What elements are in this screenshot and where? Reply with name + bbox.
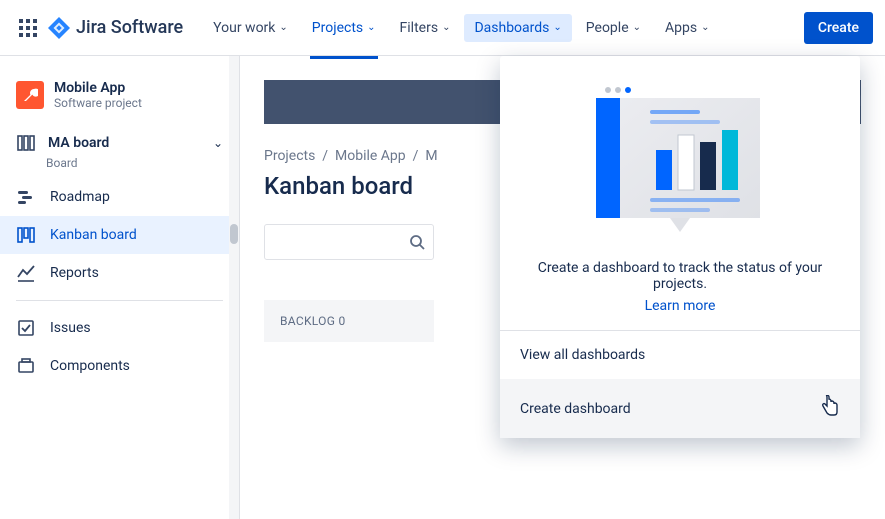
project-name: Mobile App — [54, 80, 142, 96]
dashboard-illustration — [590, 80, 770, 240]
search-icon — [409, 234, 425, 250]
nav-label: Apps — [665, 20, 697, 36]
roadmap-icon — [16, 188, 36, 206]
wrench-icon — [22, 87, 38, 103]
sidebar-label: Kanban board — [50, 227, 137, 243]
chevron-down-icon: ⌄ — [701, 22, 709, 33]
chevron-down-icon: ⌄ — [213, 136, 223, 150]
chevron-down-icon: ⌄ — [279, 22, 287, 33]
chevron-down-icon: ⌄ — [367, 22, 375, 33]
nav-label: Filters — [400, 20, 439, 36]
project-header[interactable]: Mobile App Software project — [0, 80, 239, 126]
board-name: MA board — [48, 135, 109, 151]
project-type: Software project — [54, 96, 142, 110]
project-avatar — [16, 81, 44, 109]
jira-logo[interactable]: Jira Software — [48, 17, 183, 39]
column-header-backlog: BACKLOG 0 — [264, 300, 434, 342]
nav-label: People — [586, 20, 629, 36]
sidebar-label: Reports — [50, 265, 99, 281]
popover-description: Create a dashboard to track the status o… — [520, 260, 840, 292]
jira-logo-icon — [48, 17, 70, 39]
breadcrumb-board[interactable]: M — [425, 148, 437, 164]
nav-label: Dashboards — [474, 20, 549, 36]
breadcrumb-projects[interactable]: Projects — [264, 148, 315, 164]
view-all-dashboards[interactable]: View all dashboards — [500, 331, 860, 379]
nav-label: Your work — [213, 20, 275, 36]
sidebar-kanban[interactable]: Kanban board — [0, 216, 239, 254]
chevron-down-icon: ⌄ — [442, 22, 450, 33]
sidebar-board-selector[interactable]: MA board ⌄ — [0, 126, 239, 160]
popover-item-label: View all dashboards — [520, 347, 645, 363]
issues-icon — [16, 319, 36, 337]
product-name: Jira Software — [76, 17, 183, 38]
chevron-down-icon: ⌄ — [553, 22, 561, 33]
learn-more-link[interactable]: Learn more — [520, 298, 840, 314]
sidebar-issues[interactable]: Issues — [0, 309, 239, 347]
nav-dashboards[interactable]: Dashboards ⌄ — [464, 14, 571, 42]
dashboards-dropdown: Create a dashboard to track the status o… — [500, 56, 860, 438]
sidebar-label: Issues — [50, 320, 91, 336]
sidebar-components[interactable]: Components — [0, 347, 239, 385]
nav-filters[interactable]: Filters ⌄ — [390, 14, 461, 42]
sidebar-scrollbar[interactable] — [229, 56, 239, 519]
nav-label: Projects — [312, 20, 363, 36]
components-icon — [16, 357, 36, 375]
breadcrumb-project[interactable]: Mobile App — [335, 148, 406, 164]
grid-icon — [18, 18, 38, 38]
board-icon — [16, 134, 36, 152]
reports-icon — [16, 264, 36, 282]
divider — [16, 300, 223, 301]
nav-projects[interactable]: Projects ⌄ — [302, 14, 386, 42]
nav-people[interactable]: People ⌄ — [576, 14, 651, 42]
chevron-down-icon: ⌄ — [633, 22, 641, 33]
sidebar-reports[interactable]: Reports — [0, 254, 239, 292]
scrollbar-thumb[interactable] — [230, 224, 238, 244]
sidebar-label: Roadmap — [50, 189, 110, 205]
create-button[interactable]: Create — [804, 12, 873, 44]
nav-your-work[interactable]: Your work ⌄ — [203, 14, 298, 42]
create-dashboard[interactable]: Create dashboard — [500, 379, 860, 438]
sidebar-roadmap[interactable]: Roadmap — [0, 178, 239, 216]
board-search-input[interactable] — [264, 224, 434, 260]
cursor-hand-icon — [820, 395, 840, 422]
app-switcher-icon[interactable] — [12, 12, 44, 44]
sidebar-label: Components — [50, 358, 130, 374]
kanban-icon — [16, 226, 36, 244]
create-label: Create — [818, 20, 859, 36]
top-nav: Jira Software Your work ⌄ Projects ⌄ Fil… — [0, 0, 885, 56]
popover-hero: Create a dashboard to track the status o… — [500, 56, 860, 331]
popover-item-label: Create dashboard — [520, 401, 631, 417]
nav-apps[interactable]: Apps ⌄ — [655, 14, 719, 42]
sidebar: Mobile App Software project MA board ⌄ B… — [0, 56, 240, 519]
